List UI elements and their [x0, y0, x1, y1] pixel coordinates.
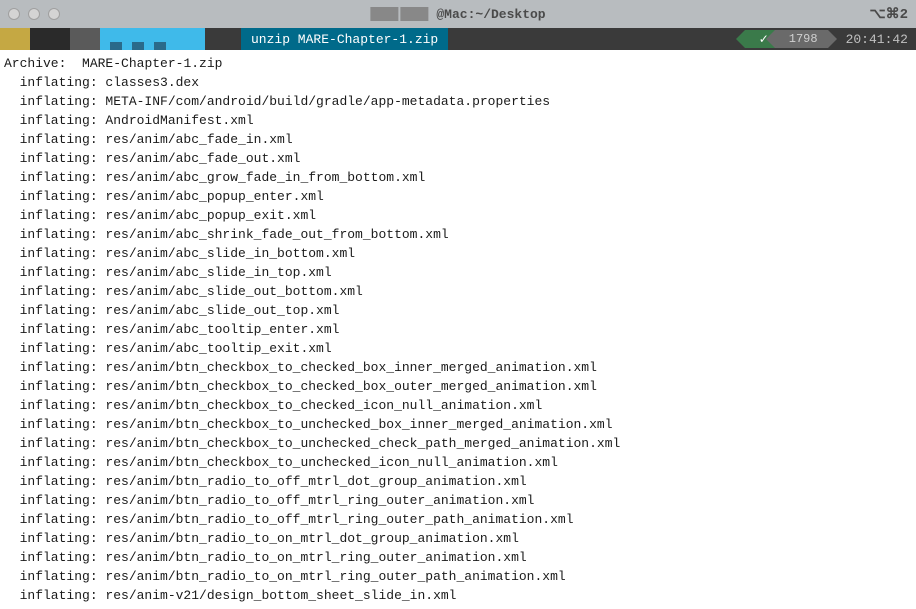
- inflate-line: inflating: res/anim/btn_radio_to_off_mtr…: [4, 472, 912, 491]
- status-seg-cyan: [100, 28, 205, 50]
- inflate-line: inflating: res/anim/abc_tooltip_enter.xm…: [4, 320, 912, 339]
- status-number: 1798: [775, 30, 828, 48]
- inflate-line: inflating: res/anim/abc_popup_exit.xml: [4, 206, 912, 225]
- inflate-line: inflating: res/anim/btn_radio_to_on_mtrl…: [4, 548, 912, 567]
- inflate-line: inflating: res/anim/abc_slide_out_top.xm…: [4, 301, 912, 320]
- inflate-line: inflating: res/anim/btn_checkbox_to_unch…: [4, 453, 912, 472]
- tmux-statusbar: unzip MARE-Chapter-1.zip ✓ 1798 20:41:42: [0, 28, 916, 50]
- titlebar-title: @Mac:~/Desktop: [370, 7, 545, 22]
- title-path: ~/Desktop: [475, 7, 545, 22]
- inflate-line: inflating: res/anim/abc_tooltip_exit.xml: [4, 339, 912, 358]
- inflate-line: inflating: res/anim/btn_checkbox_to_chec…: [4, 377, 912, 396]
- inflate-line: inflating: META-INF/com/android/build/gr…: [4, 92, 912, 111]
- window-titlebar: @Mac:~/Desktop ⌥⌘2: [0, 0, 916, 28]
- inflate-line: inflating: res/anim/btn_radio_to_off_mtr…: [4, 510, 912, 529]
- inflate-line: inflating: classes3.dex: [4, 73, 912, 92]
- status-left: unzip MARE-Chapter-1.zip: [0, 28, 448, 50]
- status-command: unzip MARE-Chapter-1.zip: [241, 28, 448, 50]
- inflate-line: inflating: res/anim/abc_slide_in_top.xml: [4, 263, 912, 282]
- inflate-line: inflating: res/anim-v21/design_bottom_sh…: [4, 586, 912, 605]
- status-seg-yellow: [0, 28, 30, 50]
- inflate-line: inflating: res/anim/btn_checkbox_to_chec…: [4, 358, 912, 377]
- window-controls: [8, 8, 60, 20]
- inflate-line: inflating: res/anim/btn_radio_to_off_mtr…: [4, 491, 912, 510]
- archive-line: Archive: MARE-Chapter-1.zip: [4, 54, 912, 73]
- status-right: ✓ 1798 20:41:42: [745, 28, 908, 50]
- maximize-button[interactable]: [48, 8, 60, 20]
- inflate-line: inflating: res/anim/abc_shrink_fade_out_…: [4, 225, 912, 244]
- terminal-output[interactable]: Archive: MARE-Chapter-1.zip inflating: c…: [0, 50, 916, 609]
- titlebar-shortcut: ⌥⌘2: [869, 6, 908, 23]
- inflate-line: inflating: res/anim/btn_checkbox_to_unch…: [4, 434, 912, 453]
- inflate-line: inflating: res/anim/btn_radio_to_on_mtrl…: [4, 529, 912, 548]
- inflate-line: inflating: res/anim/btn_radio_to_on_mtrl…: [4, 567, 912, 586]
- inflate-line: inflating: res/anim/abc_fade_in.xml: [4, 130, 912, 149]
- inflate-line: inflating: res/anim/btn_checkbox_to_unch…: [4, 415, 912, 434]
- close-button[interactable]: [8, 8, 20, 20]
- inflate-line: inflating: AndroidManifest.xml: [4, 111, 912, 130]
- inflate-line: inflating: res/anim/abc_slide_out_bottom…: [4, 282, 912, 301]
- status-time: 20:41:42: [828, 32, 908, 47]
- inflate-line: inflating: res/anim/abc_popup_enter.xml: [4, 187, 912, 206]
- minimize-button[interactable]: [28, 8, 40, 20]
- inflate-line: inflating: res/anim/btn_checkbox_to_chec…: [4, 396, 912, 415]
- inflate-line: inflating: res/anim/abc_slide_in_bottom.…: [4, 244, 912, 263]
- status-seg-dark: [30, 28, 70, 50]
- inflate-line: inflating: res/anim/abc_grow_fade_in_fro…: [4, 168, 912, 187]
- status-seg-gray: [70, 28, 100, 50]
- titlebar-tab-icon: [370, 7, 398, 21]
- title-host: @Mac:: [436, 7, 475, 22]
- titlebar-tab-icon: [400, 7, 428, 21]
- inflate-line: inflating: res/anim/abc_fade_out.xml: [4, 149, 912, 168]
- status-seg-dark2: [205, 28, 241, 50]
